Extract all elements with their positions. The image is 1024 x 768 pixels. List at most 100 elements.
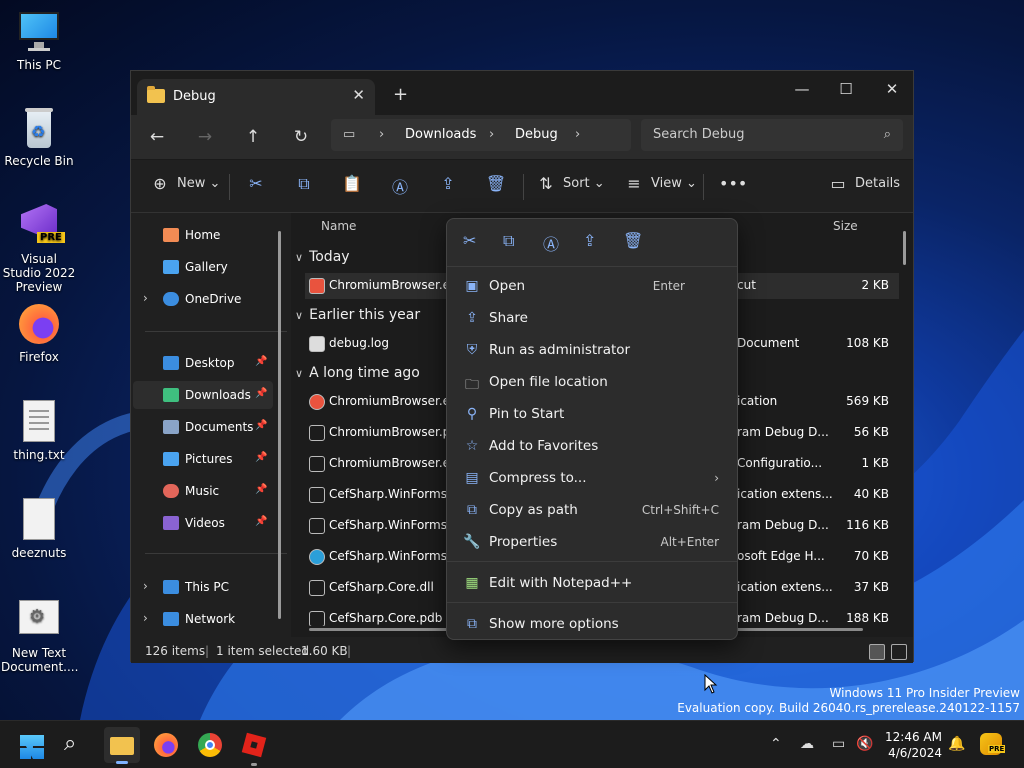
- sort-button[interactable]: Sort ⌄: [563, 176, 605, 191]
- navigation-bar: ← → ↑ ↻ ▭ › Downloads › Debug › Search D…: [131, 115, 913, 159]
- network-icon[interactable]: ▭: [832, 736, 845, 752]
- desktop-icon-recycle-bin[interactable]: ♻ Recycle Bin: [1, 106, 77, 168]
- sidebar-item-pictures[interactable]: Pictures 📌: [133, 445, 273, 473]
- pin-icon: 📌: [255, 388, 268, 399]
- search-box[interactable]: Search Debug ⌕: [641, 119, 903, 151]
- file-list-scrollbar[interactable]: [903, 231, 906, 265]
- taskbar-file-explorer[interactable]: [104, 727, 140, 764]
- copy-path-icon: ⧉: [467, 502, 477, 518]
- copy-icon[interactable]: ⧉: [503, 231, 514, 251]
- address-bar[interactable]: ▭ › Downloads › Debug ›: [331, 119, 631, 151]
- desktop-icon-firefox[interactable]: Firefox: [1, 302, 77, 364]
- group-header-earlier-this-year[interactable]: ∨ Earlier this year: [295, 307, 420, 323]
- view-button[interactable]: View ⌄: [651, 176, 697, 191]
- new-button[interactable]: New ⌄: [177, 176, 220, 191]
- clock[interactable]: 12:46 AM 4/6/2024: [880, 729, 942, 761]
- view-icon: ≡: [627, 174, 641, 193]
- menu-item-copy-as-path[interactable]: ⧉ Copy as path Ctrl+Shift+C: [451, 495, 733, 525]
- breadcrumb-debug[interactable]: Debug: [515, 127, 558, 142]
- menu-item-compress-to[interactable]: ▤ Compress to... ›: [451, 463, 733, 493]
- menu-item-add-to-favorites[interactable]: ☆ Add to Favorites: [451, 431, 733, 461]
- title-bar: Debug ✕ + — ☐ ✕: [131, 71, 913, 115]
- copilot-pre-badge: PRE: [988, 745, 1006, 753]
- menu-item-properties[interactable]: 🔧 Properties Alt+Enter: [451, 527, 733, 557]
- new-tab-icon[interactable]: +: [393, 84, 408, 105]
- cut-icon[interactable]: ✂: [463, 231, 476, 250]
- sidebar-item-downloads[interactable]: Downloads 📌: [133, 381, 273, 409]
- context-menu: ✂ ⧉ Ⓐ ⇪ 🗑 ▣ Open Enter ⇪ Share ⛨ Run as admi…: [446, 218, 738, 640]
- forward-icon[interactable]: →: [193, 125, 217, 149]
- chevron-down-icon: ∨: [295, 251, 304, 264]
- copy-icon[interactable]: ⧉: [293, 174, 315, 196]
- taskbar-chrome[interactable]: [194, 729, 226, 761]
- archive-icon: ▤: [465, 470, 479, 486]
- desktop-icon-label: This PC: [17, 58, 61, 72]
- desktop-icon-new-text-document[interactable]: ⚙ New Text Document....: [1, 598, 78, 674]
- menu-item-edit-with-notepad[interactable]: ▦ Edit with Notepad++: [451, 568, 733, 598]
- onedrive-offline-icon[interactable]: ☁: [800, 736, 814, 752]
- sidebar-item-videos[interactable]: Videos 📌: [133, 509, 273, 537]
- sidebar-item-documents[interactable]: Documents 📌: [133, 413, 273, 441]
- back-icon[interactable]: ←: [145, 125, 169, 149]
- chevron-down-icon: ∨: [295, 309, 304, 322]
- status-bar: 126 items | 1 item selected 1.60 KB |: [131, 637, 913, 663]
- sidebar-scrollbar[interactable]: [278, 231, 281, 619]
- sidebar-item-network[interactable]: › Network: [133, 605, 273, 633]
- details-view-icon[interactable]: [869, 644, 885, 660]
- share-icon[interactable]: ⇪: [583, 231, 596, 250]
- menu-item-run-as-administrator[interactable]: ⛨ Run as administrator: [451, 335, 733, 365]
- copilot-button[interactable]: PRE: [978, 731, 1006, 759]
- menu-item-pin-to-start[interactable]: ⚲ Pin to Start: [451, 399, 733, 429]
- column-header-size[interactable]: Size: [833, 219, 858, 233]
- desktop-icon-this-pc[interactable]: This PC: [1, 10, 77, 72]
- sidebar-item-onedrive[interactable]: › OneDrive: [133, 285, 273, 313]
- show-hidden-icons[interactable]: ⌃: [770, 736, 782, 752]
- chevron-right-icon[interactable]: ›: [143, 291, 148, 305]
- delete-icon[interactable]: 🗑: [485, 174, 507, 196]
- close-tab-icon[interactable]: ✕: [352, 86, 365, 104]
- up-icon[interactable]: ↑: [241, 125, 265, 149]
- breadcrumb-downloads[interactable]: Downloads: [405, 127, 476, 142]
- column-header-name[interactable]: Name: [321, 219, 356, 233]
- maximize-icon[interactable]: ☐: [823, 75, 869, 105]
- desktop-icon-deeznuts[interactable]: deeznuts: [1, 498, 77, 560]
- tiles-view-icon[interactable]: [891, 644, 907, 660]
- gallery-icon: [163, 260, 179, 274]
- taskbar-firefox[interactable]: [150, 729, 182, 761]
- desktop-icon-visual-studio[interactable]: PRE Visual Studio 2022 Preview: [1, 204, 77, 294]
- search-button[interactable]: ⌕: [60, 729, 92, 761]
- menu-item-show-more-options[interactable]: ⧉ Show more options: [451, 609, 733, 639]
- chevron-right-icon[interactable]: ›: [143, 579, 148, 593]
- start-button[interactable]: [16, 729, 48, 761]
- date: 4/6/2024: [888, 746, 942, 760]
- videos-icon: [163, 516, 179, 530]
- more-icon[interactable]: •••: [719, 174, 747, 196]
- chevron-right-icon[interactable]: ›: [143, 611, 148, 625]
- cut-icon[interactable]: ✂: [245, 174, 267, 196]
- paste-icon[interactable]: 📋: [341, 174, 363, 196]
- sidebar-item-music[interactable]: Music 📌: [133, 477, 273, 505]
- tab-debug[interactable]: Debug ✕: [137, 79, 375, 115]
- minimize-icon[interactable]: —: [779, 75, 825, 105]
- refresh-icon[interactable]: ↻: [289, 125, 313, 149]
- notification-bell-icon[interactable]: 🔔: [948, 736, 965, 752]
- rename-icon[interactable]: Ⓐ: [543, 231, 559, 255]
- close-icon[interactable]: ✕: [869, 75, 915, 105]
- share-icon[interactable]: ⇪: [437, 174, 459, 196]
- taskbar-roblox[interactable]: [238, 729, 270, 766]
- menu-item-share[interactable]: ⇪ Share: [451, 303, 733, 333]
- menu-item-open-file-location[interactable]: 🗀 Open file location: [451, 367, 733, 397]
- sidebar-item-gallery[interactable]: Gallery: [133, 253, 273, 281]
- group-header-a-long-time-ago[interactable]: ∨ A long time ago: [295, 365, 420, 381]
- details-button[interactable]: Details: [855, 176, 900, 191]
- rename-icon[interactable]: Ⓐ: [389, 174, 411, 197]
- sidebar-item-desktop[interactable]: Desktop 📌: [133, 349, 273, 377]
- delete-icon[interactable]: 🗑: [623, 231, 643, 250]
- sidebar-item-this-pc[interactable]: › This PC: [133, 573, 273, 601]
- volume-muted-icon[interactable]: 🔇: [856, 736, 873, 752]
- desktop-icon-thing-txt[interactable]: thing.txt: [1, 400, 77, 462]
- sidebar-item-home[interactable]: Home: [133, 221, 273, 249]
- menu-item-open[interactable]: ▣ Open Enter: [451, 271, 733, 301]
- visual-studio-icon: PRE: [17, 204, 65, 248]
- group-header-today[interactable]: ∨ Today: [295, 249, 350, 265]
